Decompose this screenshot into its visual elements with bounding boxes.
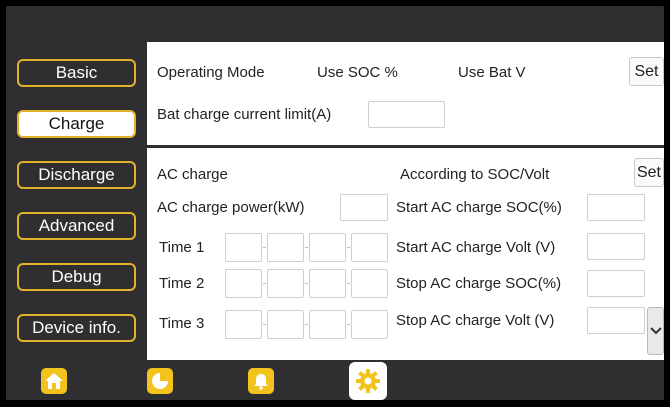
time-1-label: Time 1 (159, 239, 205, 256)
time-1-start-hour-input[interactable] (225, 233, 262, 262)
chevron-down-icon (649, 327, 662, 335)
ac-charge-set-button[interactable]: Set (634, 158, 664, 187)
time-separator (305, 247, 308, 248)
start-ac-charge-soc-label: Start AC charge SOC(%) (396, 199, 562, 216)
sidebar-item-label: Debug (51, 267, 102, 286)
time-3-end-hour-input[interactable] (309, 310, 346, 339)
start-ac-charge-soc-input[interactable] (587, 194, 645, 221)
set-button-label: Set (634, 62, 659, 80)
time-separator (263, 283, 266, 284)
ac-charge-power-label: AC charge power(kW) (157, 199, 305, 216)
nav-home-button[interactable] (41, 368, 67, 394)
time-3-label: Time 3 (159, 315, 205, 332)
bat-charge-limit-label: Bat charge current limit(A) (157, 106, 332, 123)
time-separator (263, 324, 266, 325)
sidebar-item-advanced[interactable]: Advanced (17, 212, 136, 240)
sidebar-item-discharge[interactable]: Discharge (17, 161, 136, 189)
time-2-start-hour-input[interactable] (225, 269, 262, 298)
scroll-down-button[interactable] (647, 307, 664, 355)
nav-statistics-button[interactable] (147, 368, 173, 394)
nav-alarm-button[interactable] (248, 368, 274, 394)
time-separator (305, 283, 308, 284)
time-2-start-minute-input[interactable] (267, 269, 304, 298)
time-separator (305, 324, 308, 325)
option-use-soc[interactable]: Use SOC % (317, 64, 398, 81)
ac-charge-title: AC charge (157, 166, 228, 183)
time-separator (347, 283, 350, 284)
time-separator (263, 247, 266, 248)
set-button-label: Set (636, 163, 661, 181)
sidebar-item-debug[interactable]: Debug (17, 263, 136, 291)
sidebar-item-label: Basic (55, 63, 98, 82)
option-use-bat-v[interactable]: Use Bat V (458, 64, 526, 81)
time-2-label: Time 2 (159, 275, 205, 292)
time-separator (347, 324, 350, 325)
start-ac-charge-volt-label: Start AC charge Volt (V) (396, 239, 556, 256)
time-3-end-minute-input[interactable] (351, 310, 388, 339)
bottom-nav-bar (6, 360, 664, 400)
top-bar (6, 6, 664, 44)
stop-ac-charge-soc-label: Stop AC charge SOC(%) (396, 275, 562, 292)
ac-charge-power-input[interactable] (340, 194, 388, 221)
sidebar-item-charge[interactable]: Charge (17, 110, 136, 138)
time-3-start-minute-input[interactable] (267, 310, 304, 339)
bat-charge-limit-input[interactable] (368, 101, 445, 128)
ac-charge-mode-label: According to SOC/Volt (400, 166, 550, 183)
sidebar-item-label: Device info. (32, 318, 121, 337)
time-2-end-minute-input[interactable] (351, 269, 388, 298)
stop-ac-charge-volt-input[interactable] (587, 307, 645, 334)
start-ac-charge-volt-input[interactable] (587, 233, 645, 260)
sidebar-item-label: Advanced (38, 216, 115, 235)
stop-ac-charge-soc-input[interactable] (587, 270, 645, 297)
nav-settings-button[interactable] (349, 362, 387, 400)
sidebar-item-label: Discharge (38, 165, 115, 184)
home-icon (45, 373, 63, 389)
settings-panel: Operating Mode Use SOC % Use Bat V Set B… (147, 42, 664, 360)
sidebar-item-label: Charge (48, 114, 105, 133)
time-3-start-hour-input[interactable] (225, 310, 262, 339)
stop-ac-charge-volt-label: Stop AC charge Volt (V) (396, 312, 555, 329)
sidebar-item-basic[interactable]: Basic (17, 59, 136, 87)
bell-icon (254, 374, 268, 390)
time-separator (347, 247, 350, 248)
operating-mode-label: Operating Mode (157, 64, 265, 81)
time-1-end-minute-input[interactable] (351, 233, 388, 262)
time-1-end-hour-input[interactable] (309, 233, 346, 262)
gear-icon (356, 369, 380, 393)
pie-chart-icon (152, 373, 168, 389)
sidebar-item-device-info[interactable]: Device info. (17, 314, 136, 342)
device-frame: Basic Charge Discharge Advanced Debug De… (0, 0, 670, 407)
time-1-start-minute-input[interactable] (267, 233, 304, 262)
operating-mode-set-button[interactable]: Set (629, 57, 664, 86)
section-divider (147, 145, 664, 148)
time-2-end-hour-input[interactable] (309, 269, 346, 298)
device-screen: Basic Charge Discharge Advanced Debug De… (6, 6, 664, 400)
